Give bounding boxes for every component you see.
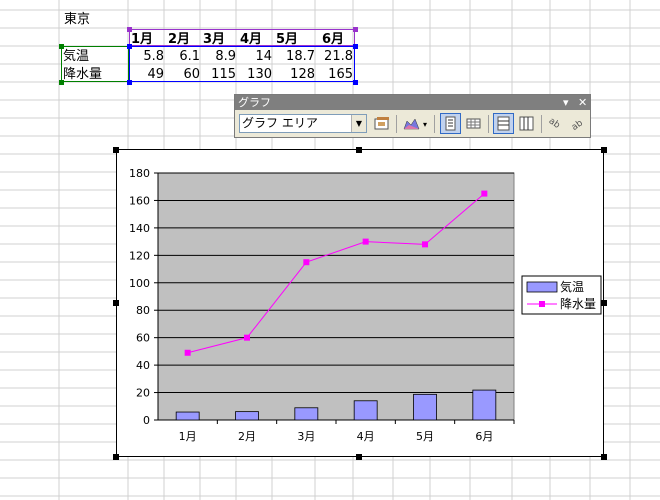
resize-handle[interactable]: [113, 454, 119, 460]
y-tick-label: 180: [129, 167, 150, 180]
legend-label: 気温: [560, 279, 584, 294]
legend-label: 降水量: [560, 297, 596, 311]
toolbar-title: グラフ: [238, 96, 271, 109]
resize-handle[interactable]: [601, 454, 607, 460]
range-handle[interactable]: [59, 80, 64, 85]
line-point: [362, 238, 369, 245]
y-tick-label: 20: [136, 387, 150, 400]
toolbar-separator: [488, 115, 489, 133]
chevron-down-icon[interactable]: ▼: [351, 115, 366, 132]
y-tick-label: 80: [136, 304, 150, 317]
chart-type-icon[interactable]: ▾: [401, 113, 431, 134]
chart-objects-value: グラフ エリア: [242, 116, 318, 130]
y-tick-label: 140: [129, 222, 150, 235]
resize-handle[interactable]: [113, 300, 119, 306]
x-tick-label: 6月: [475, 430, 493, 443]
svg-text:▾: ▾: [423, 120, 427, 129]
legend-swatch-marker: [539, 301, 545, 307]
range-handle[interactable]: [353, 80, 358, 85]
line-point: [244, 334, 250, 341]
legend-swatch-bar: [526, 281, 558, 293]
data-cell[interactable]: 14: [236, 47, 272, 66]
range-handle[interactable]: [353, 27, 358, 32]
range-handle[interactable]: [353, 44, 358, 49]
chart-toolbar: グラフ ▾ ✕ グラフ エリア ▼ ▾ ab ab: [234, 94, 591, 138]
resize-handle[interactable]: [601, 147, 607, 153]
svg-text:ab: ab: [570, 118, 585, 133]
resize-handle[interactable]: [356, 454, 362, 460]
y-tick-label: 0: [143, 414, 150, 427]
data-table-icon[interactable]: [463, 113, 484, 134]
close-icon[interactable]: ✕: [578, 95, 587, 110]
format-chart-area-icon[interactable]: [372, 113, 393, 134]
range-handle[interactable]: [127, 80, 132, 85]
x-tick-label: 3月: [297, 430, 315, 443]
toolbar-separator: [396, 115, 397, 133]
range-handle[interactable]: [127, 27, 132, 32]
resize-handle[interactable]: [356, 147, 362, 153]
range-handle[interactable]: [127, 44, 132, 49]
data-cell[interactable]: 128: [272, 65, 315, 84]
y-tick-label: 120: [129, 249, 150, 262]
x-tick-label: 4月: [357, 430, 375, 443]
bar: [294, 407, 319, 421]
toolbar-separator: [434, 115, 435, 133]
line-point: [184, 349, 191, 356]
row-label-cell[interactable]: 降水量: [63, 65, 102, 84]
resize-handle[interactable]: [601, 300, 607, 306]
angle-text-upward-icon[interactable]: ab: [566, 113, 587, 134]
bar: [175, 411, 200, 421]
resize-handle[interactable]: [113, 147, 119, 153]
line-point: [481, 190, 488, 197]
line-point: [422, 241, 428, 248]
x-tick-label: 2月: [238, 430, 256, 443]
plot-area: [157, 172, 515, 421]
bar: [413, 393, 437, 421]
data-cell[interactable]: 18.7: [272, 47, 315, 66]
by-row-icon[interactable]: [493, 113, 514, 134]
y-tick-label: 160: [129, 194, 150, 207]
bar: [472, 389, 497, 421]
svg-text:ab: ab: [547, 116, 562, 131]
cell-title[interactable]: 東京: [64, 10, 90, 29]
legend-icon[interactable]: [440, 113, 461, 134]
range-handle[interactable]: [59, 44, 64, 49]
data-cell[interactable]: 6.1: [164, 47, 200, 66]
data-cell[interactable]: 130: [236, 65, 272, 84]
x-tick-label: 1月: [179, 430, 197, 443]
data-cell[interactable]: 49: [128, 65, 164, 84]
chart-objects-select[interactable]: グラフ エリア ▼: [239, 114, 367, 133]
angle-text-downward-icon[interactable]: ab: [545, 113, 566, 134]
data-cell[interactable]: 165: [315, 65, 353, 84]
y-tick-label: 60: [136, 332, 150, 345]
data-cell[interactable]: 5.8: [128, 47, 164, 66]
toolbar-separator: [541, 115, 542, 133]
data-cell[interactable]: 8.9: [200, 47, 236, 66]
y-tick-label: 100: [129, 277, 150, 290]
toolbar-title-bar[interactable]: グラフ ▾ ✕: [235, 95, 590, 110]
bar: [235, 411, 259, 421]
bar: [353, 400, 378, 421]
data-cell[interactable]: 21.8: [315, 47, 353, 66]
data-cell[interactable]: 115: [200, 65, 236, 84]
chart-svg[interactable]: 0 20 40 60 80 100 120 140 160 180 1月 2月 3月 4月 5月 6月 気温降水…: [117, 150, 603, 456]
toolbar-options-icon[interactable]: ▾: [563, 95, 569, 110]
x-tick-label: 5月: [416, 430, 434, 443]
by-column-icon[interactable]: [516, 113, 537, 134]
y-tick-label: 40: [136, 359, 150, 372]
line-point: [303, 259, 310, 266]
chart-area[interactable]: 0 20 40 60 80 100 120 140 160 180 1月 2月 3月 4月 5月 6月 気温降水…: [116, 149, 604, 457]
row-label-cell[interactable]: 気温: [63, 47, 89, 66]
data-cell[interactable]: 60: [164, 65, 200, 84]
